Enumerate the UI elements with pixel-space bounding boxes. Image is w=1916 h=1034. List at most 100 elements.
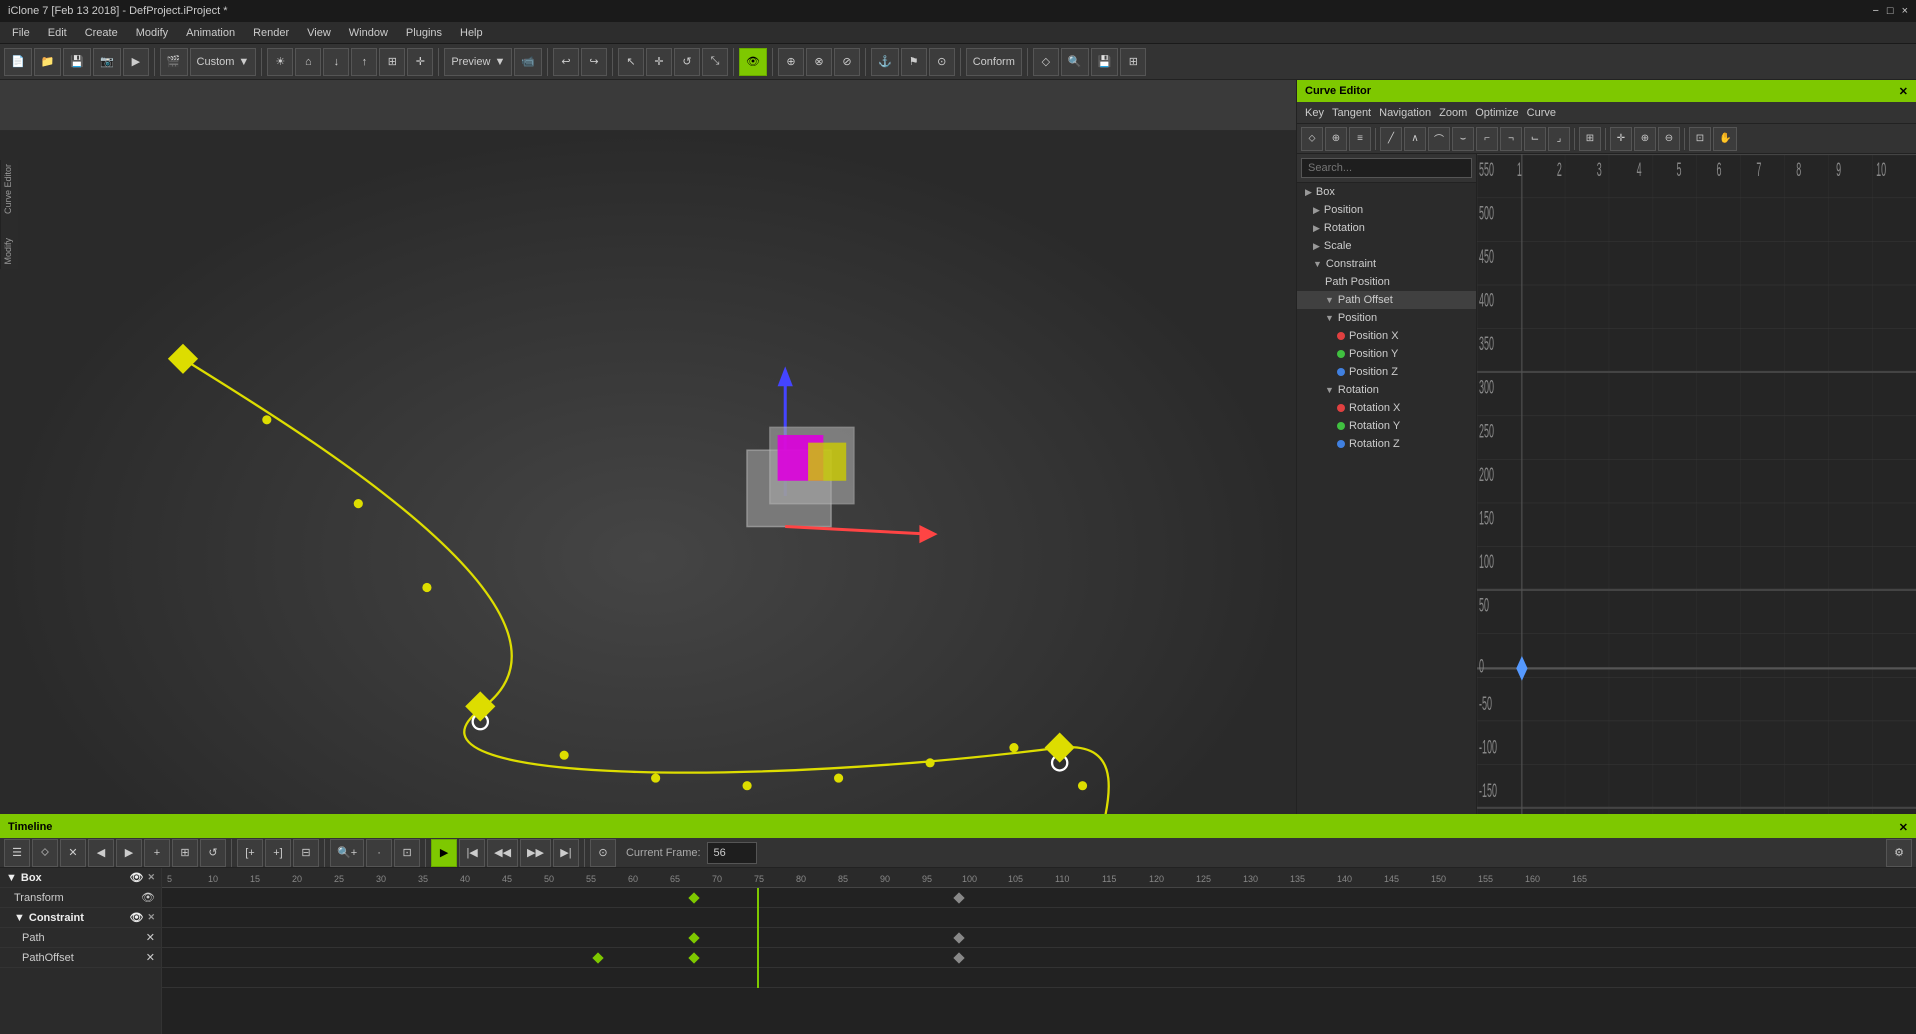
home-btn[interactable]: ⌂ [295, 48, 321, 76]
timeline-ruler[interactable]: 5 10 15 20 25 30 35 40 45 50 55 60 65 70 [162, 868, 1916, 1034]
track-box-arrow[interactable]: ▼ [6, 872, 17, 884]
kf-box-1[interactable] [688, 892, 699, 903]
new-btn[interactable]: 📄 [4, 48, 32, 76]
menu-create[interactable]: Create [77, 25, 126, 41]
close-btn[interactable]: × [1902, 5, 1908, 17]
tl-zoom-in[interactable]: 🔍+ [330, 839, 364, 867]
ce-menu-key[interactable]: Key [1305, 107, 1324, 119]
record-btn[interactable]: ⊙ [929, 48, 955, 76]
ce-t7[interactable]: ⌙ [1524, 127, 1546, 151]
ce-t3[interactable]: ⌒ [1428, 127, 1450, 151]
tl-next-key[interactable]: ▶ [116, 839, 142, 867]
menu-help[interactable]: Help [452, 25, 491, 41]
more-btn[interactable]: ⊞ [1120, 48, 1146, 76]
tl-in-point[interactable]: [+ [237, 839, 263, 867]
open-btn[interactable]: 📁 [34, 48, 62, 76]
rotate-btn[interactable]: ↺ [674, 48, 700, 76]
material-btn[interactable]: ◇ [1033, 48, 1059, 76]
ce-t8[interactable]: ⌟ [1548, 127, 1570, 151]
ce-t6[interactable]: ¬ [1500, 127, 1522, 151]
curve-editor-close[interactable]: ✕ [1899, 85, 1908, 98]
menu-file[interactable]: File [4, 25, 38, 41]
tl-end[interactable]: ▶| [553, 839, 579, 867]
menu-modify[interactable]: Modify [128, 25, 176, 41]
track-path-close[interactable]: ✕ [146, 931, 155, 944]
ce-add-btn[interactable]: ⊕ [1325, 127, 1347, 151]
tl-start[interactable]: |◀ [459, 839, 485, 867]
track-pathoffset-close[interactable]: ✕ [146, 951, 155, 964]
tree-item-position-z[interactable]: Position Z [1297, 363, 1476, 381]
current-frame-input[interactable] [707, 842, 757, 864]
menu-plugins[interactable]: Plugins [398, 25, 450, 41]
tl-out-point[interactable]: +] [265, 839, 291, 867]
ce-hand[interactable]: ✋ [1713, 127, 1737, 151]
render-btn[interactable]: 🎬 [160, 48, 188, 76]
tree-item-rotation[interactable]: ▶ Rotation [1297, 219, 1476, 237]
save-btn[interactable]: 💾 [63, 48, 91, 76]
preview-dropdown[interactable]: Preview ▼ [444, 48, 512, 76]
menu-animation[interactable]: Animation [178, 25, 243, 41]
tl-prev[interactable]: ◀◀ [487, 839, 518, 867]
menu-view[interactable]: View [299, 25, 339, 41]
tl-settings[interactable]: ⚙ [1886, 839, 1912, 867]
kf-box-2[interactable] [954, 892, 965, 903]
curve-search-input[interactable] [1301, 158, 1472, 178]
grid-btn[interactable]: ⊞ [379, 48, 405, 76]
kf-path-2[interactable] [688, 952, 699, 963]
scale-btn[interactable]: ⤡ [702, 48, 728, 76]
tl-delete[interactable]: ✕ [60, 839, 86, 867]
tree-item-constraint[interactable]: ▼ Constraint [1297, 255, 1476, 273]
playhead[interactable] [757, 888, 759, 988]
tl-zoom-dot[interactable]: · [366, 839, 392, 867]
light-btn[interactable]: ☀ [267, 48, 293, 76]
tl-menu[interactable]: ☰ [4, 839, 30, 867]
zoom-btn[interactable]: 🔍 [1061, 48, 1089, 76]
ce-zoom-in[interactable]: ⊕ [1634, 127, 1656, 151]
ce-menu-navigation[interactable]: Navigation [1379, 107, 1431, 119]
save2-btn[interactable]: 💾 [1091, 48, 1119, 76]
motion-btn[interactable]: ⊗ [806, 48, 832, 76]
tl-add[interactable]: + [144, 839, 170, 867]
kf-constraint-2[interactable] [954, 932, 965, 943]
timeline-close[interactable]: ✕ [1899, 821, 1908, 834]
tl-prev-key[interactable]: ◀ [88, 839, 114, 867]
puppet-btn[interactable]: ⊕ [778, 48, 804, 76]
import-btn[interactable]: ↑ [351, 48, 377, 76]
tl-split[interactable]: ⊟ [293, 839, 319, 867]
tl-next[interactable]: ▶▶ [520, 839, 551, 867]
ce-menu-curve[interactable]: Curve [1527, 107, 1556, 119]
tree-item-rotation-x[interactable]: Rotation X [1297, 399, 1476, 417]
menu-edit[interactable]: Edit [40, 25, 75, 41]
tree-item-position[interactable]: ▶ Position [1297, 201, 1476, 219]
tree-item-rotation-y[interactable]: Rotation Y [1297, 417, 1476, 435]
select-btn[interactable]: ↖ [618, 48, 644, 76]
tree-item-rotation-z[interactable]: Rotation Z [1297, 435, 1476, 453]
track-constraint-arrow[interactable]: ▼ [14, 912, 25, 924]
custom-dropdown[interactable]: Custom ▼ [190, 48, 257, 76]
ce-move[interactable]: ✛ [1610, 127, 1632, 151]
tree-item-position-x[interactable]: Position X [1297, 327, 1476, 345]
camera-btn[interactable]: 📹 [514, 48, 542, 76]
undo-btn[interactable]: ↩ [553, 48, 579, 76]
redo-btn[interactable]: ↪ [581, 48, 607, 76]
minimize-btn[interactable]: − [1872, 5, 1878, 17]
track-constraint-close[interactable]: ✕ [147, 912, 155, 923]
menu-render[interactable]: Render [245, 25, 297, 41]
track-box-eye[interactable]: 👁 [129, 871, 143, 884]
play-preview-btn[interactable]: ▶ [123, 48, 149, 76]
flag-btn[interactable]: ⚑ [901, 48, 927, 76]
ce-t1[interactable]: ╱ [1380, 127, 1402, 151]
ce-zoom-out[interactable]: ⊖ [1658, 127, 1680, 151]
curve-editor-tab[interactable]: Curve Editor [3, 164, 16, 214]
track-transform-eye[interactable]: 👁 [141, 891, 155, 904]
ce-frame-all[interactable]: ⊡ [1689, 127, 1711, 151]
ce-t2[interactable]: ∧ [1404, 127, 1426, 151]
ce-t5[interactable]: ⌐ [1476, 127, 1498, 151]
modify-tab[interactable]: Modify [3, 238, 16, 265]
export-btn[interactable]: ↓ [323, 48, 349, 76]
tree-item-offset-position[interactable]: ▼ Position [1297, 309, 1476, 327]
transform-btn[interactable]: ✛ [407, 48, 433, 76]
tree-item-path-position[interactable]: Path Position [1297, 273, 1476, 291]
tl-key[interactable]: ⬦ [32, 839, 58, 867]
tree-item-path-offset[interactable]: ▼ Path Offset [1297, 291, 1476, 309]
